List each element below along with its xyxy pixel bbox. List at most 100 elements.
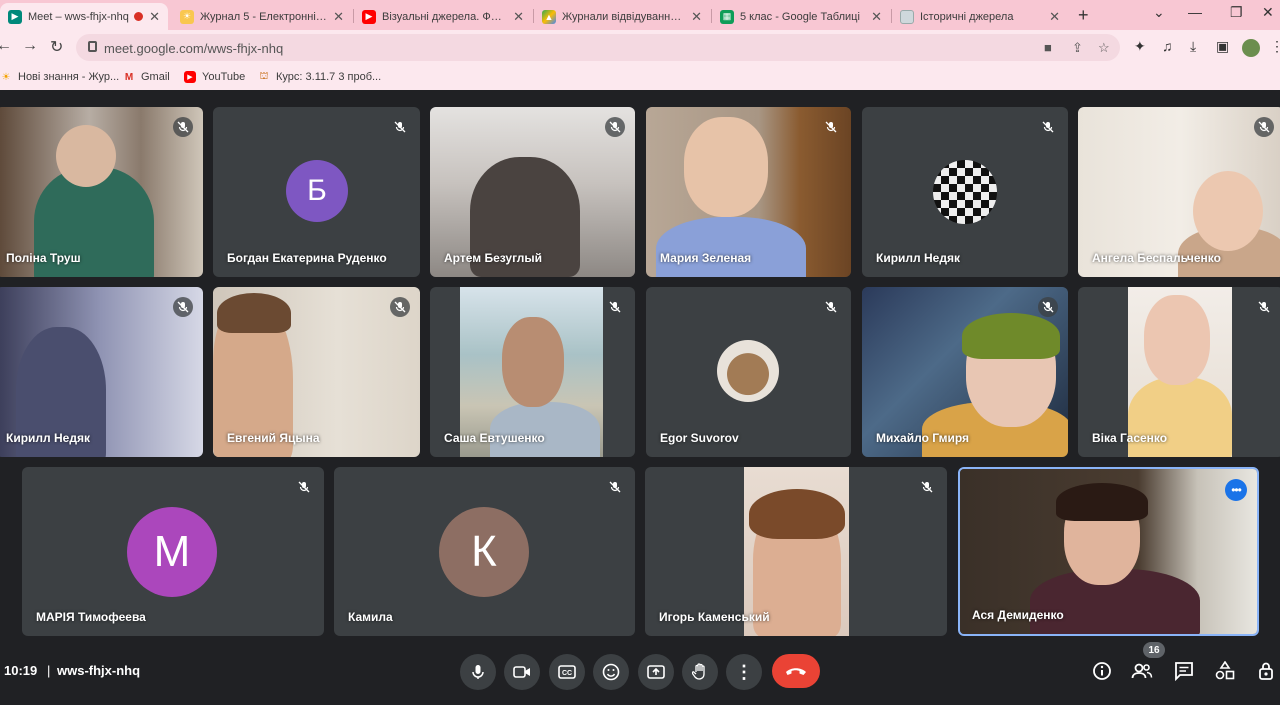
close-tab-icon[interactable]: ✕ xyxy=(513,9,524,25)
microphone-icon xyxy=(472,665,484,679)
participant-name: Камила xyxy=(348,610,393,624)
restore-icon[interactable]: ❐ xyxy=(1230,4,1243,21)
bookmark-item[interactable]: ⛫ Курс: 3.11.7 3 проб... xyxy=(258,71,381,84)
meeting-details-button[interactable] xyxy=(1090,659,1114,683)
close-tab-icon[interactable]: ✕ xyxy=(333,9,344,25)
bookmark-item[interactable]: ▶ YouTube xyxy=(184,71,245,83)
mic-off-icon xyxy=(1254,297,1274,317)
svg-text:CC: CC xyxy=(562,670,572,677)
camera-in-use-icon[interactable]: ■ xyxy=(1044,40,1052,55)
tab-journal[interactable]: ☀ Журнал 5 - Електронні щ ✕ xyxy=(172,3,352,30)
forward-icon[interactable]: → xyxy=(22,37,38,55)
participant-tile[interactable]: М МАРІЯ Тимофеева xyxy=(22,467,324,636)
participant-name: Артем Безуглый xyxy=(444,251,543,265)
person-silhouette xyxy=(1128,377,1232,457)
address-bar[interactable]: meet.google.com/wws-fhjx-nhq ■ ⇪ ☆ xyxy=(76,34,1120,61)
tab-title: Історичні джерела xyxy=(920,10,1014,23)
participant-tile[interactable]: Игорь Каменський xyxy=(645,467,947,636)
participant-tile[interactable]: Артем Безуглый xyxy=(430,107,635,277)
person-hair xyxy=(1056,483,1148,521)
close-tab-icon[interactable]: ✕ xyxy=(1049,9,1060,25)
participant-tile[interactable]: Віка Гасенко xyxy=(1078,287,1280,457)
close-tab-icon[interactable]: ✕ xyxy=(691,9,702,25)
tab-sheets[interactable]: ▦ 5 клас - Google Таблиці ✕ xyxy=(712,3,890,30)
reactions-button[interactable] xyxy=(593,654,629,690)
close-window-icon[interactable]: ✕ xyxy=(1262,4,1274,21)
people-button[interactable] xyxy=(1130,659,1154,683)
chat-icon xyxy=(1175,662,1193,681)
participant-tile[interactable]: К Камила xyxy=(334,467,635,636)
raise-hand-icon xyxy=(692,663,705,680)
participant-name: Богдан Екатерина Руденко xyxy=(227,251,387,265)
present-button[interactable] xyxy=(638,654,674,690)
new-tab-icon[interactable]: + xyxy=(1078,5,1089,26)
close-tab-icon[interactable]: ✕ xyxy=(149,9,160,25)
tab-youtube[interactable]: ▶ Візуальні джерела. Фото- ✕ xyxy=(354,3,532,30)
participant-avatar: К xyxy=(439,507,529,597)
activities-icon xyxy=(1215,661,1235,680)
tab-title: Meet – wws-fhjx-nhq xyxy=(28,10,129,23)
participant-tile[interactable]: Egor Suvorov xyxy=(646,287,851,457)
gmail-icon: M xyxy=(124,71,134,83)
emoji-icon xyxy=(602,663,620,681)
leave-call-button[interactable] xyxy=(772,654,820,688)
person-face xyxy=(1193,171,1263,251)
bookmark-item[interactable]: M Gmail xyxy=(123,71,170,83)
menu-icon[interactable]: ⋮ xyxy=(1270,38,1280,55)
download-icon[interactable]: ⤓ xyxy=(1190,38,1196,55)
tab-history[interactable]: Історичні джерела ✕ xyxy=(892,3,1068,30)
mic-off-icon xyxy=(1254,117,1274,137)
bookmark-star-icon[interactable]: ☆ xyxy=(1098,40,1110,56)
tab-meet[interactable]: ▶ Meet – wws-fhjx-nhq ✕ xyxy=(0,3,168,30)
profile-avatar[interactable] xyxy=(1242,39,1260,57)
participant-name: Віка Гасенко xyxy=(1092,431,1168,445)
participant-tile[interactable]: Евгений Яцына xyxy=(213,287,420,457)
tab-title: Візуальні джерела. Фото- xyxy=(382,10,508,23)
mic-off-icon xyxy=(294,477,314,497)
tab-drive[interactable]: ▲ Журнали відвідування – С ✕ xyxy=(534,3,710,30)
participant-tile[interactable]: Михайло Гмиря xyxy=(862,287,1068,457)
participant-tile[interactable]: Саша Евтушенко xyxy=(430,287,635,457)
more-options-icon[interactable]: ••• xyxy=(1225,479,1247,501)
captions-button[interactable]: CC xyxy=(549,654,585,690)
activities-button[interactable] xyxy=(1213,659,1237,683)
participant-tile[interactable]: Кирилл Недяк xyxy=(862,107,1068,277)
extensions-icon[interactable]: ✦ xyxy=(1134,38,1146,55)
bookmark-label: Gmail xyxy=(141,71,170,83)
chat-button[interactable] xyxy=(1172,659,1196,683)
minimize-icon[interactable]: — xyxy=(1188,4,1202,20)
microphone-button[interactable] xyxy=(460,654,496,690)
meeting-time: 10:19 xyxy=(4,663,38,678)
share-icon[interactable]: ⇪ xyxy=(1072,40,1083,56)
side-panel-icon[interactable]: ▣ xyxy=(1216,38,1229,55)
bookmark-item[interactable]: ☀ Нові знання - Жур... xyxy=(0,71,120,83)
camera-icon xyxy=(513,666,530,678)
participant-tile[interactable]: Б Богдан Екатерина Руденко xyxy=(213,107,420,277)
more-options-button[interactable]: ⋮ xyxy=(726,654,762,690)
participant-name: Евгений Яцына xyxy=(227,431,320,445)
camera-button[interactable] xyxy=(504,654,540,690)
sun-icon: ☀ xyxy=(1,71,11,83)
divider: | xyxy=(47,663,51,678)
meeting-code: wws-fhjx-nhq xyxy=(57,663,141,678)
participant-tile[interactable]: Ангела Беспальченко xyxy=(1078,107,1280,277)
participant-tile[interactable]: Мария Зеленая xyxy=(646,107,851,277)
close-tab-icon[interactable]: ✕ xyxy=(871,9,882,25)
raise-hand-button[interactable] xyxy=(682,654,718,690)
media-controls-icon[interactable]: ♫ xyxy=(1162,38,1173,54)
participant-tile[interactable]: Кирилл Недяк xyxy=(0,287,203,457)
mic-off-icon xyxy=(390,117,410,137)
host-controls-button[interactable] xyxy=(1254,659,1278,683)
browser-toolbar: ← → ↻ meet.google.com/wws-fhjx-nhq ■ ⇪ ☆… xyxy=(0,30,1280,65)
participant-tile-self[interactable]: ••• Ася Демиденко xyxy=(958,467,1259,636)
reload-icon[interactable]: ↻ xyxy=(50,37,63,57)
person-face xyxy=(56,125,116,187)
person-hair xyxy=(749,489,845,539)
mic-off-icon xyxy=(173,297,193,317)
tab-search-icon[interactable]: ⌄ xyxy=(1153,4,1165,21)
mic-off-icon xyxy=(605,477,625,497)
participant-name: Поліна Труш xyxy=(6,251,81,265)
participant-name: Кирилл Недяк xyxy=(876,251,960,265)
participant-tile[interactable]: Поліна Труш xyxy=(0,107,203,277)
back-icon[interactable]: ← xyxy=(0,37,12,55)
